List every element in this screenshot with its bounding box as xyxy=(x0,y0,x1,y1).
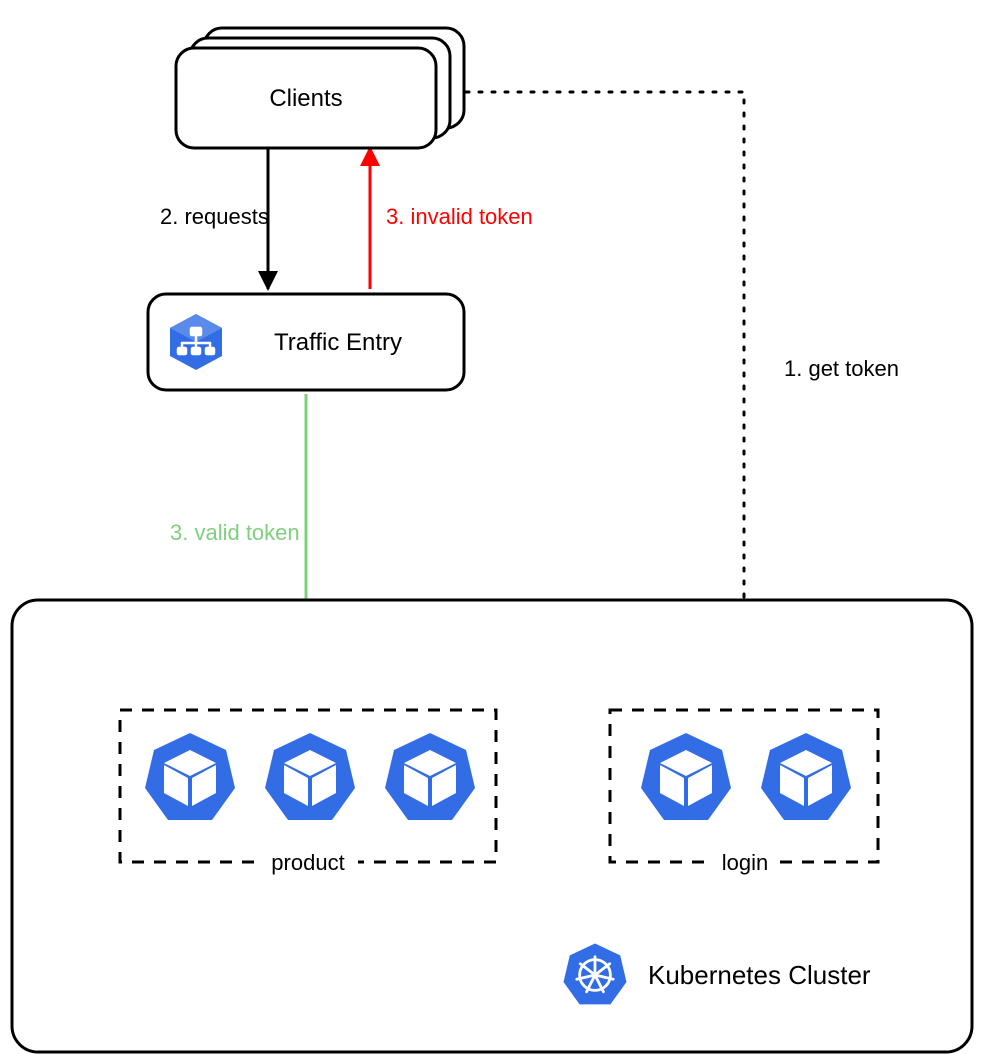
edge-get-token-label: 1. get token xyxy=(784,356,899,381)
clients-label: Clients xyxy=(269,85,342,112)
traffic-entry-label: Traffic Entry xyxy=(274,329,402,356)
product-group-label: product xyxy=(271,850,344,875)
edge-valid-token-label: 3. valid token xyxy=(170,520,300,545)
kubernetes-cluster: product login Kubernetes Cluster xyxy=(12,600,972,1052)
architecture-diagram: 2. requests 3. invalid token 3. valid to… xyxy=(0,0,984,1064)
edge-requests-label: 2. requests xyxy=(160,204,269,229)
clients-node: Clients xyxy=(176,28,464,148)
edge-invalid-token-label: 3. invalid token xyxy=(386,204,533,229)
traffic-entry-node: Traffic Entry xyxy=(148,294,464,390)
cluster-label: Kubernetes Cluster xyxy=(648,960,871,990)
login-group-label: login xyxy=(722,850,768,875)
